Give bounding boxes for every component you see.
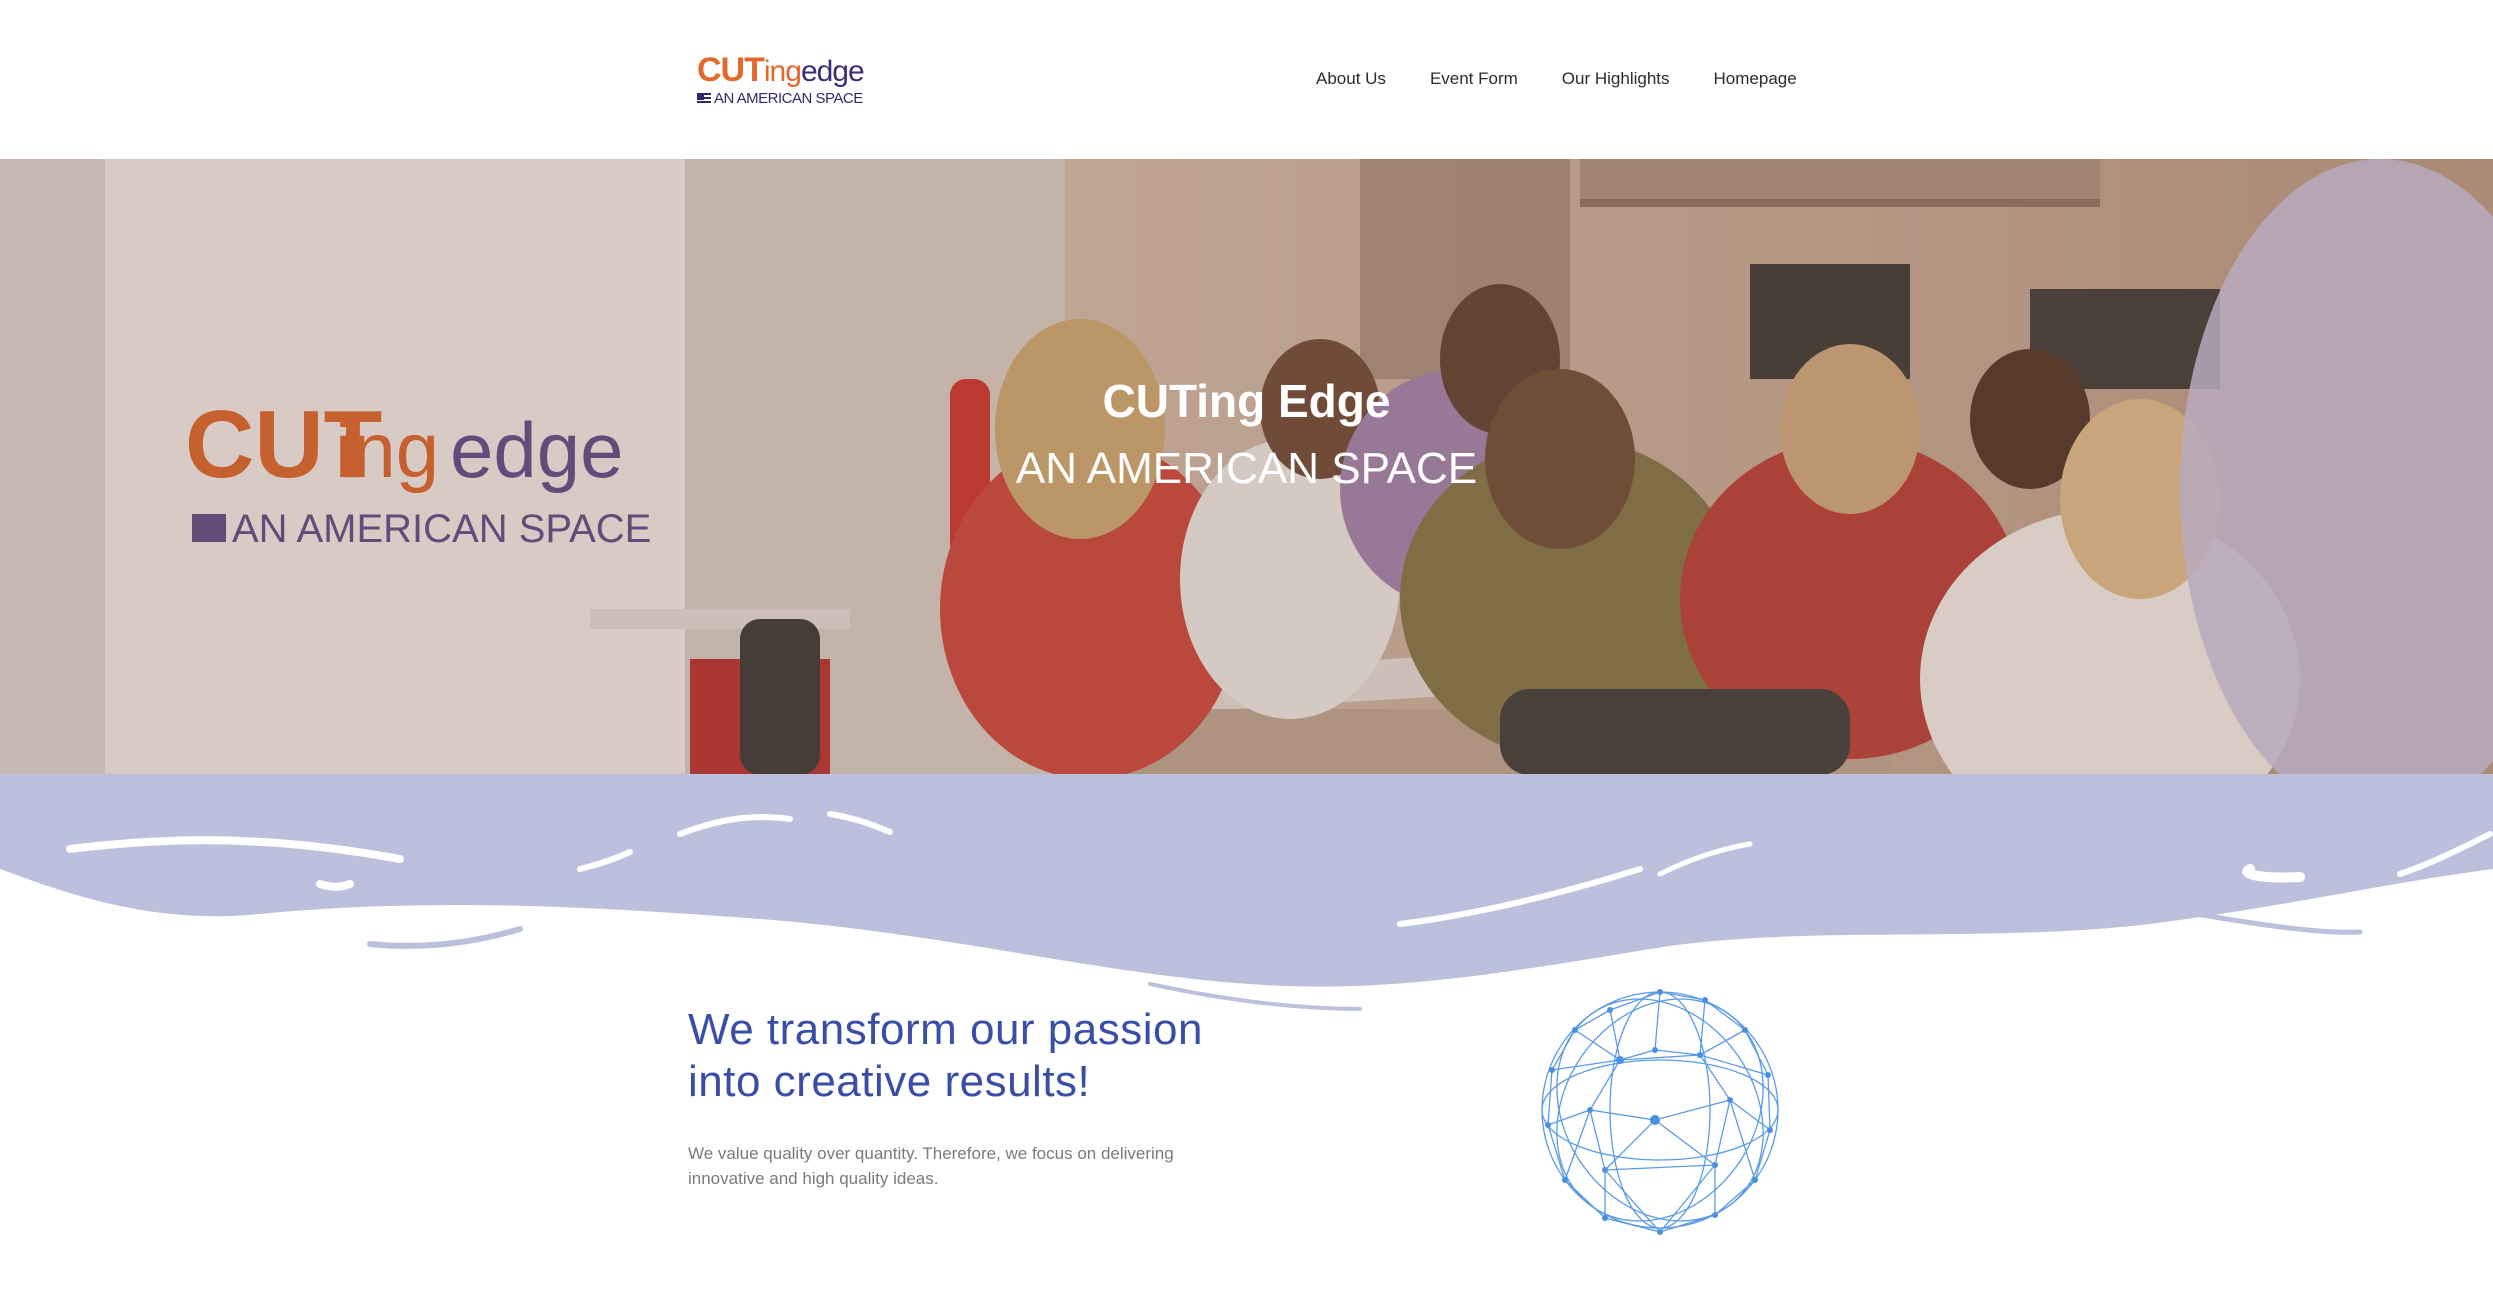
intro-headline-line2: into creative results!: [688, 1057, 1091, 1106]
intro-body: We value quality over quantity. Therefor…: [688, 1141, 1248, 1191]
intro-headline-line1: We transform our passion: [688, 1005, 1203, 1054]
intro-headline: We transform our passion into creative r…: [688, 1004, 1308, 1108]
nav-about-us[interactable]: About Us: [1316, 66, 1386, 92]
logo-edge: edge: [800, 55, 865, 88]
logo-subtitle: AN AMERICAN SPACE: [714, 90, 863, 107]
nav-our-highlights[interactable]: Our Highlights: [1562, 66, 1670, 92]
logo-ing: ing: [763, 55, 802, 88]
hero-banner: CUT ing edge AN AMERICAN SPACE CUTing Ed…: [0, 159, 2493, 775]
logo-wordmark: CUTingedge: [697, 51, 865, 89]
nav-event-form[interactable]: Event Form: [1430, 66, 1518, 92]
main-nav: About Us Event Form Our Highlights Homep…: [1316, 66, 1797, 92]
intro-body-line1: We value quality over quantity. Therefor…: [688, 1144, 1174, 1163]
wave-divider: [0, 774, 2493, 1011]
hero-subtitle: AN AMERICAN SPACE: [1015, 444, 1478, 493]
intro-body-line2: innovative and high quality ideas.: [688, 1169, 939, 1188]
logo-subtitle-row: AN AMERICAN SPACE: [697, 90, 863, 108]
hero-title: CUTing Edge: [1102, 375, 1391, 427]
network-globe-icon: [1541, 989, 1779, 1235]
flag-icon: [697, 93, 711, 105]
site-header: CUTingedge AN AMERICAN SPACE About Us Ev…: [0, 0, 2493, 159]
logo-cut: CUT: [697, 51, 765, 89]
nav-homepage[interactable]: Homepage: [1714, 66, 1797, 92]
site-logo[interactable]: CUTingedge AN AMERICAN SPACE: [697, 53, 865, 109]
